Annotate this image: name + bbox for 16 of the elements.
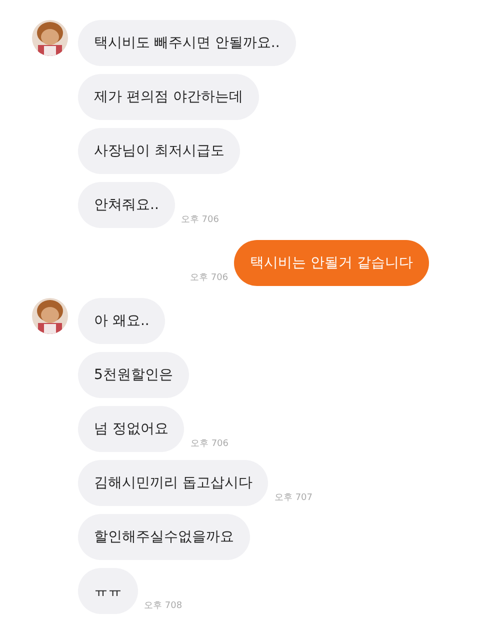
message-bubble: 택시비도 빼주시면 안될까요.. — [78, 20, 296, 66]
message-time: 오후 706 — [190, 438, 228, 450]
message-bubble: ㅠㅠ — [78, 568, 138, 614]
message-bubble: 할인해주실수없을까요 — [78, 514, 250, 560]
message-bubble: 5천원할인은 — [78, 352, 189, 398]
message-bubble: 사장님이 최저시급도 — [78, 128, 240, 174]
message-time: 오후 706 — [190, 272, 228, 284]
message-time: 오후 708 — [144, 600, 182, 612]
message-time: 오후 706 — [180, 214, 219, 226]
message-bubble: 아 왜요.. — [78, 298, 166, 344]
message-bubble: 택시비는 안될거 같습니다 — [234, 240, 429, 286]
message-bubble: 제가 편의점 야간하는데 — [78, 74, 259, 120]
message-bubble: 넘 정없어요 — [78, 406, 184, 452]
message-time: 오후 707 — [274, 492, 312, 504]
message-bubble: 김해시민끼리 돕고삽시다 — [78, 460, 268, 506]
message-bubble: 안쳐줘요.. — [78, 182, 175, 228]
